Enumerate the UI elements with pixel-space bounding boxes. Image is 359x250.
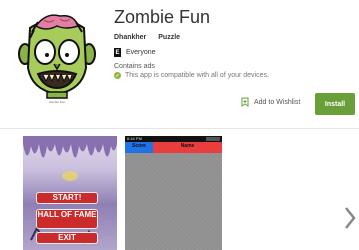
developer-row: Dhankher Puzzle xyxy=(114,34,190,41)
chevron-right-icon[interactable] xyxy=(343,206,357,230)
install-button[interactable]: Install xyxy=(315,93,355,115)
start-button: START! xyxy=(36,192,98,204)
esrb-everyone-icon: E xyxy=(114,48,121,57)
wishlist-label: Add to Wishlist xyxy=(254,98,301,106)
developer-link[interactable]: Dhankher xyxy=(114,34,146,41)
category-link[interactable]: Puzzle xyxy=(158,34,180,41)
screenshot-menu[interactable]: START! HALL OF FAME EXIT xyxy=(23,136,117,250)
bookmark-plus-icon xyxy=(241,97,249,107)
status-icons xyxy=(206,137,220,141)
score-strip xyxy=(125,151,153,153)
contains-ads-label: Contains ads xyxy=(114,63,155,70)
hall-of-fame-button: HALL OF FAME xyxy=(36,209,98,229)
app-title: Zombie Fun xyxy=(114,7,211,27)
compatibility-text: This app is compatible with all of your … xyxy=(125,72,269,79)
content-rating-label: Everyone xyxy=(126,49,156,56)
icon-caption: Zombie Fun xyxy=(48,100,65,104)
status-time: 6:44 PM xyxy=(127,136,142,141)
check-circle-icon: ✓ xyxy=(114,72,121,79)
section-divider xyxy=(0,128,359,129)
compatibility-note: ✓ This app is compatible with all of you… xyxy=(114,72,269,79)
name-column-header: Name xyxy=(153,142,222,151)
zombie-face-icon xyxy=(18,14,96,99)
content-rating: E Everyone xyxy=(114,48,156,57)
name-strip xyxy=(153,151,222,153)
score-column-header: Score xyxy=(125,142,153,151)
app-icon: Zombie Fun xyxy=(16,8,98,104)
screenshot-leaderboard[interactable]: 6:44 PM Score Name xyxy=(125,136,222,250)
exit-button: EXIT xyxy=(36,232,98,244)
add-to-wishlist-button[interactable]: Add to Wishlist xyxy=(241,97,300,107)
